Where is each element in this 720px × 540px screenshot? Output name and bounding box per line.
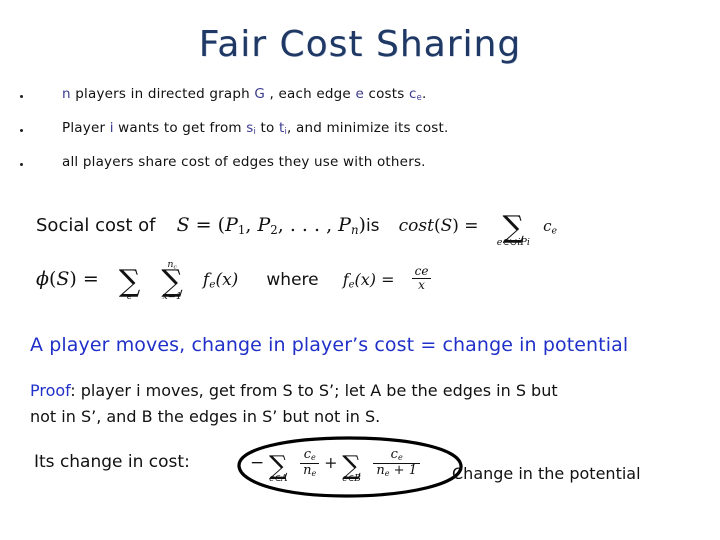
social-cost-line: Social cost of S = (P1, P2, . . . , Pn)i… (36, 210, 558, 248)
proof-line-1: Proof: player i moves, get from S to S’;… (30, 378, 558, 404)
phi-sum2-lower: x=1 (162, 290, 182, 302)
proof-line-2: not in S’, and B the edges in S’ but not… (30, 407, 381, 426)
change-in-cost-label: Its change in cost: (34, 452, 190, 472)
potential-annotation-label: Change in the potential (452, 464, 641, 483)
sum-B-limit: e∈B (342, 473, 361, 484)
social-cost-label: Social cost of (36, 215, 156, 236)
math-i: i (109, 120, 114, 136)
phi-sum1-limit: e (126, 290, 133, 302)
fraction-A-numerator: ce (303, 447, 316, 462)
math-n: n (62, 86, 71, 102)
phi-summation-1: ∑ e (118, 263, 141, 302)
minus-sign: − (250, 453, 265, 474)
phi-term: fe(x) (202, 269, 239, 291)
cost-sum-limit: e∈∪iPi (496, 237, 530, 248)
is-word: is (365, 216, 380, 236)
math-e: e (355, 86, 364, 102)
phi-sum2-upper: nc (167, 258, 177, 271)
fe-denominator: x (411, 278, 432, 292)
plus-sign: + (324, 453, 338, 473)
bullet-3-text: all players share cost of edges they use… (62, 154, 426, 170)
fraction-A-denominator: ne (300, 462, 320, 479)
fe-fraction: ce x (411, 264, 432, 293)
bullet-list: n players in directed graph G , each edg… (0, 86, 720, 188)
page-title: Fair Cost Sharing (198, 24, 522, 65)
proof-line-1-text: : player i moves, get from S to S’; let … (70, 381, 558, 400)
list-item: all players share cost of edges they use… (0, 154, 720, 188)
phi-summation-2: ∑ nc x=1 (161, 258, 183, 302)
phi-lhs: ϕ(S) = (36, 267, 99, 290)
fraction-A: ce ne (300, 447, 320, 479)
proof-keyword: Proof (30, 381, 71, 400)
change-in-cost-formula: − ∑ e∈A ce ne + ∑ e∈B ce ne + 1 (250, 447, 420, 484)
key-statement: A player moves, change in player’s cost … (30, 334, 629, 356)
slide-canvas: Fair Cost Sharing n players in directed … (0, 0, 720, 540)
math-ti: ti (278, 120, 287, 137)
cost-summation-symbol: ∑ e∈∪iPi (496, 210, 530, 248)
fraction-B-denominator: ne + 1 (373, 462, 420, 479)
bullet-2-text: Player i wants to get from si to ti, and… (62, 120, 449, 137)
cost-def-lhs: cost (398, 216, 434, 236)
sum-over-B: ∑ e∈B (342, 451, 361, 484)
list-item: n players in directed graph G , each edg… (0, 86, 720, 120)
list-item: Player i wants to get from si to ti, and… (0, 120, 720, 154)
bullet-marker-icon (20, 163, 23, 166)
math-si: si (246, 120, 257, 137)
cost-sum-term: ce (543, 217, 558, 237)
bullet-marker-icon (20, 95, 23, 98)
potential-definition-line: ϕ(S) = ∑ e ∑ nc x=1 fe(x) where fe(x) = ce … (36, 258, 432, 302)
math-G: G (254, 86, 266, 102)
fraction-B-numerator: ce (390, 447, 403, 462)
sum-A-limit: e∈A (269, 473, 288, 484)
sum-over-A: ∑ e∈A (269, 451, 288, 484)
strategy-profile-expr: S = (P1, P2, . . . , Pn) (176, 214, 366, 237)
where-word: where (266, 269, 319, 290)
fraction-B: ce ne + 1 (373, 447, 420, 479)
bullet-marker-icon (20, 129, 23, 132)
math-ce: ce (408, 86, 422, 103)
fe-lhs: fe(x) (342, 269, 377, 291)
fe-numerator: ce (414, 264, 429, 278)
bullet-1-text: n players in directed graph G , each edg… (62, 86, 427, 103)
